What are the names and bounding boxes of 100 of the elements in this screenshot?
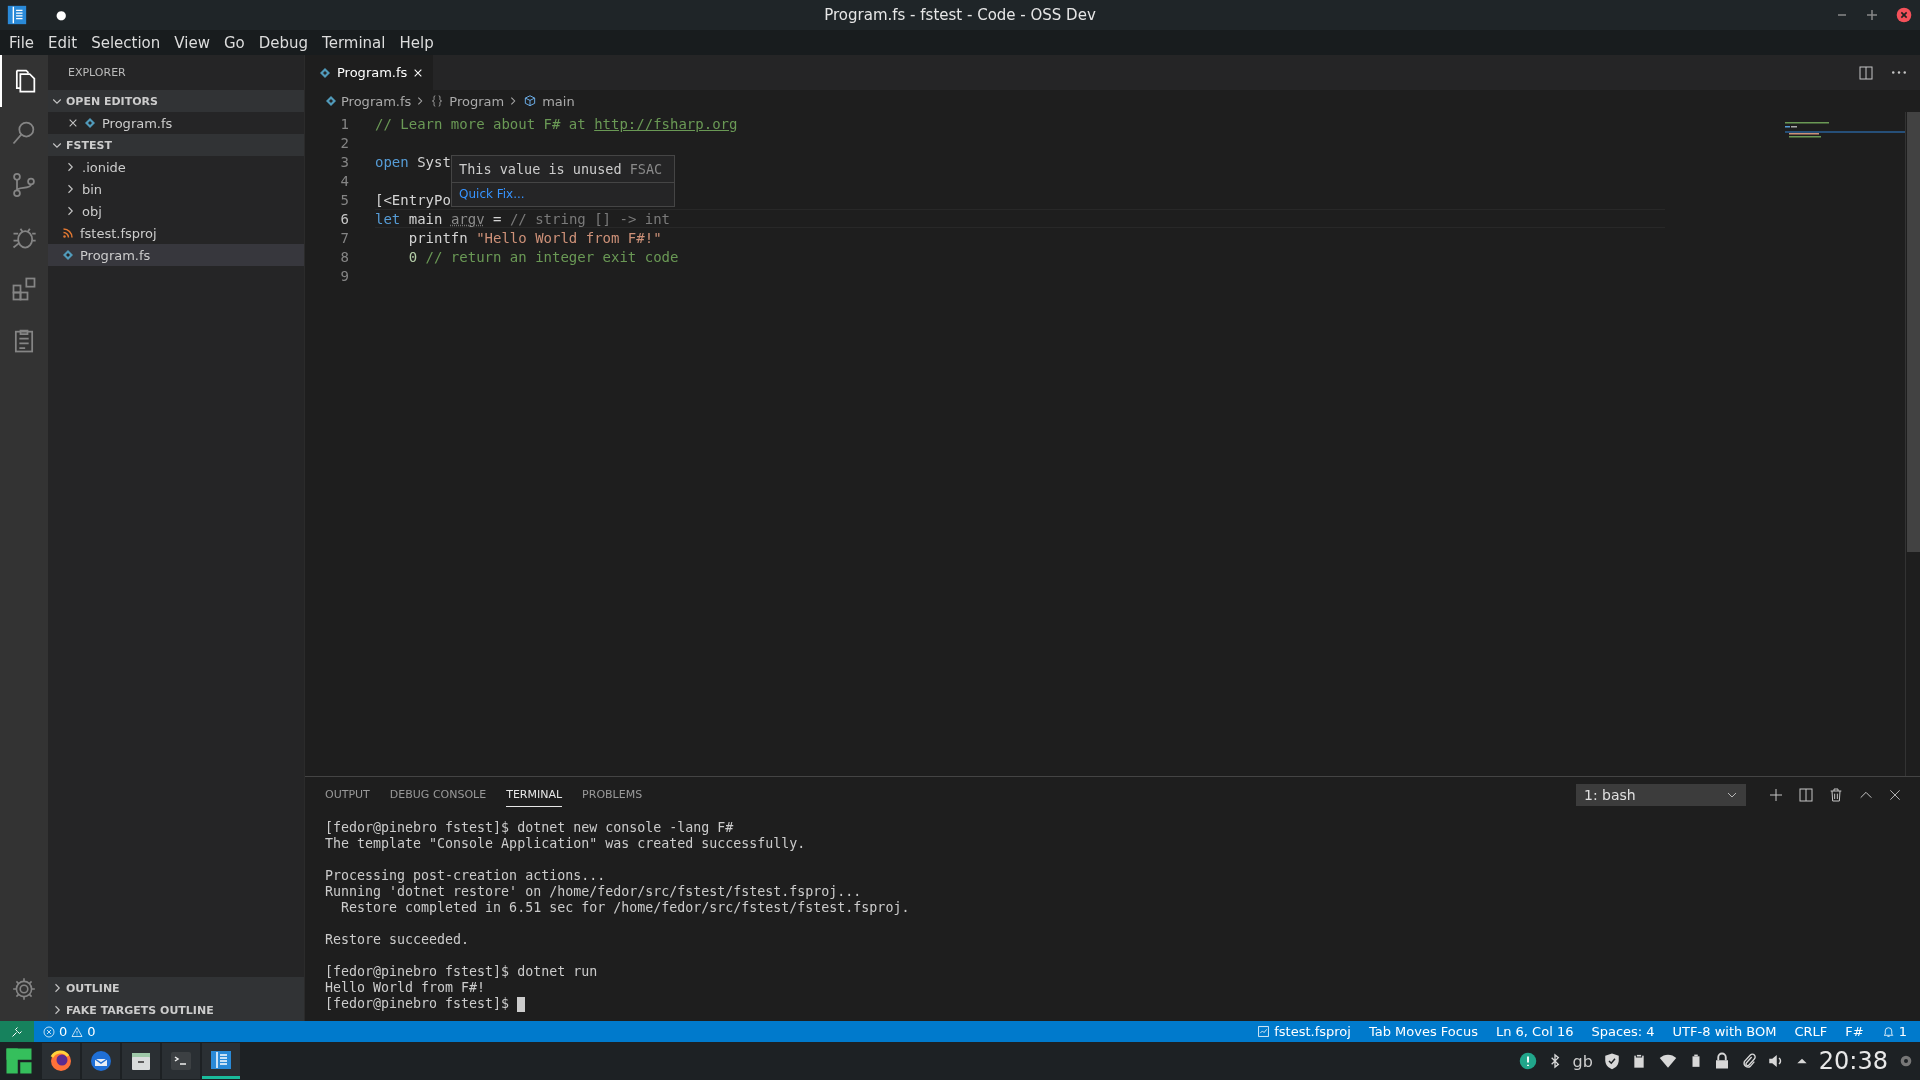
terminal-line: [fedor@pinebro fstest]$ dotnet run (325, 964, 598, 980)
menu-item[interactable]: Help (392, 33, 441, 52)
file-tree-item[interactable]: .ionide (48, 156, 304, 178)
close-icon[interactable] (68, 118, 78, 128)
notifications-button[interactable]: 1 (1872, 1024, 1916, 1039)
status-item[interactable]: CRLF (1785, 1024, 1837, 1039)
line-number: 3 (339, 153, 350, 170)
terminal-line: [fedor@pinebro fstest]$ dotnet new console -lang F# (325, 820, 734, 836)
panel-tab[interactable]: PROBLEMS (582, 782, 643, 807)
sidebar-title: EXPLORER (68, 66, 126, 79)
code-line: 0 // return an integer exit code (407, 248, 679, 265)
more-icon (1892, 71, 1906, 74)
taskbar-app[interactable] (202, 1043, 240, 1079)
split-editor-icon (1858, 64, 1874, 81)
menu-item[interactable]: Go (216, 33, 252, 52)
fsharp-file-icon (84, 117, 96, 129)
terminal-line: Restore succeeded. (325, 932, 470, 948)
section-header[interactable]: OUTLINE (48, 977, 304, 999)
trash-icon (1828, 786, 1844, 803)
code-line: [<EntryPo (375, 191, 451, 208)
problems-indicator[interactable]: 0 0 (34, 1024, 105, 1039)
distro-logo-icon (4, 1046, 34, 1076)
quick-fix-link[interactable]: Quick Fix... (452, 183, 674, 206)
terminal-line: Processing post-creation actions... (325, 868, 606, 884)
unsaved-dot: ● (56, 8, 67, 22)
menu-item[interactable]: Debug (251, 33, 316, 52)
status-item[interactable]: UTF-8 with BOM (1663, 1024, 1786, 1039)
code-line: // Learn more about F# at http://fsharp.org (375, 115, 738, 132)
section-header[interactable]: FSTEST (48, 134, 304, 156)
panel-tab[interactable]: OUTPUT (325, 782, 370, 807)
maximize-icon (1866, 9, 1878, 21)
error-icon (43, 1025, 55, 1038)
line-number: 1 (339, 115, 350, 132)
terminal-select[interactable]: 1: bash (1576, 783, 1746, 806)
warning-icon (71, 1025, 84, 1038)
settings-icon (11, 976, 37, 1002)
app-logo-icon (6, 4, 28, 26)
hover-message: This value is unused FSAC (452, 156, 674, 183)
menu-item[interactable]: Terminal (315, 33, 393, 52)
terminal-line: The template "Console Application" was created successfully. (325, 836, 806, 852)
remote-icon (11, 1025, 23, 1038)
breadcrumb-item[interactable]: main (542, 93, 575, 109)
menu-item[interactable]: Edit (41, 33, 85, 52)
file-tree-item[interactable]: obj (48, 200, 304, 222)
taskbar-app[interactable] (42, 1043, 80, 1079)
breadcrumb-item[interactable]: Program.fs (341, 93, 412, 109)
paperclip-icon (1740, 1052, 1757, 1070)
section-header[interactable]: OPEN EDITORS (48, 90, 304, 112)
fsharp-file-icon (319, 66, 331, 79)
close-icon (1896, 7, 1912, 23)
alert-icon (1518, 1052, 1537, 1070)
extensions-icon (10, 275, 38, 303)
status-item[interactable]: Ln 6, Col 16 (1486, 1024, 1583, 1039)
status-item[interactable]: F# (1836, 1024, 1873, 1039)
fsharp-file-icon (62, 249, 74, 261)
status-item[interactable]: Tab Moves Focus (1359, 1024, 1487, 1039)
browser-icon (49, 1049, 73, 1073)
line-number: 5 (339, 191, 350, 208)
file-tree-item[interactable]: bin (48, 178, 304, 200)
settings-icon (1898, 1053, 1914, 1069)
terminal-line: Restore completed in 6.51 sec for /home/fedor/src/fstest/fstest.fsproj. (340, 900, 910, 916)
taskbar-app[interactable] (122, 1043, 160, 1079)
clock[interactable]: 20:38 (1818, 1047, 1888, 1075)
code-line: printfn "Hello World from F#!" (407, 229, 662, 246)
file-tree-item[interactable]: fstest.fsproj (48, 222, 304, 244)
panel-tab[interactable]: DEBUG CONSOLE (389, 782, 487, 807)
fsharp-file-icon (325, 95, 337, 107)
project-icon (1257, 1025, 1271, 1038)
close-icon (1888, 787, 1902, 802)
file-tree-item[interactable]: Program.fs (48, 112, 304, 134)
shield-icon (1602, 1052, 1621, 1070)
bell-icon (1881, 1025, 1895, 1038)
taskbar-app[interactable] (82, 1043, 120, 1079)
section-header[interactable]: FAKE TARGETS OUTLINE (48, 999, 304, 1021)
project-status-item[interactable]: fstest.fsproj (1248, 1024, 1360, 1039)
scrollbar-thumb[interactable] (1907, 112, 1920, 552)
menu-item[interactable]: View (167, 33, 217, 52)
rss-file-icon (62, 227, 74, 239)
status-item[interactable]: Spaces: 4 (1582, 1024, 1664, 1039)
terminal-line: Hello World from F#! (325, 980, 486, 996)
panel-tab[interactable]: TERMINAL (506, 782, 563, 807)
code-line: open Syst (375, 153, 451, 170)
line-number: 8 (339, 248, 350, 265)
breadcrumb-item[interactable]: Program (449, 93, 505, 109)
line-number: 2 (339, 134, 350, 151)
split-icon (1798, 786, 1814, 803)
editor-tab[interactable]: Program.fs (305, 55, 434, 90)
line-number: 9 (339, 267, 350, 284)
line-number: 6 (339, 210, 350, 227)
line-number: 7 (339, 229, 350, 246)
menu-item[interactable]: Selection (84, 33, 168, 52)
line-number: 4 (339, 172, 350, 189)
keyboard-layout[interactable]: gb (1572, 1051, 1593, 1071)
close-icon (413, 67, 424, 78)
file-tree-item[interactable]: Program.fs (48, 244, 304, 266)
window-title: Program.fs - fstest - Code - OSS Dev (824, 6, 1096, 24)
terminal-line: Running 'dotnet restore' on /home/fedor/src/fstest/fstest.fsproj... (325, 884, 862, 900)
terminal-icon (169, 1049, 193, 1073)
add-icon (1768, 786, 1784, 803)
menu-item[interactable]: File (2, 33, 42, 52)
